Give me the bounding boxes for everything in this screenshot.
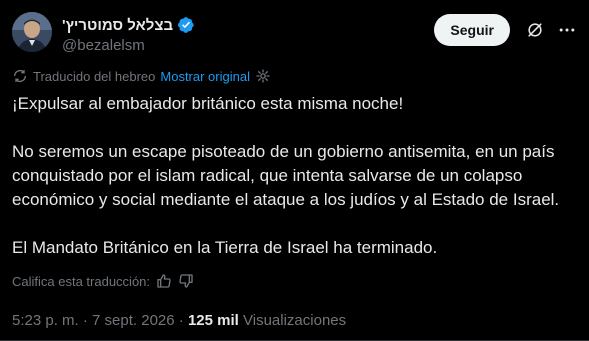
avatar[interactable] <box>12 12 52 52</box>
thumbs-down-icon[interactable] <box>178 273 194 289</box>
rate-translation: Califica esta traducción: <box>12 273 194 289</box>
views-count: 125 mil <box>187 312 239 329</box>
author-display-name[interactable]: בצלאל סמוטריץ' <box>62 17 173 34</box>
gear-icon[interactable] <box>255 68 271 84</box>
translation-bar: Traducido del hebreo Mostrar original <box>12 68 271 84</box>
translate-icon <box>14 70 26 82</box>
verified-badge-icon <box>178 17 194 33</box>
grok-icon[interactable] <box>525 20 545 40</box>
thumbs-up-icon[interactable] <box>156 273 172 289</box>
post-text: ¡Expulsar al embajador británico esta mi… <box>12 92 577 284</box>
rate-translation-label: Califica esta traducción: <box>12 273 151 289</box>
more-horizontal-icon[interactable] <box>557 20 577 40</box>
translation-note: Traducido del hebreo <box>33 68 156 84</box>
meta-separator: · <box>178 312 184 329</box>
meta-separator: · <box>82 312 88 329</box>
post-paragraph: No seremos un escape pisoteado de un gob… <box>12 142 560 209</box>
views-label: Visualizaciones <box>243 312 347 329</box>
follow-button[interactable]: Seguir <box>434 14 510 46</box>
post-paragraph: ¡Expulsar al embajador británico esta mi… <box>12 94 404 113</box>
show-original-link[interactable]: Mostrar original <box>160 69 250 84</box>
post-meta: 5:23 p. m. · 7 sept. 2026 · 125 mil Visu… <box>12 312 346 329</box>
post-date[interactable]: 7 sept. 2026 <box>92 312 175 329</box>
post-time[interactable]: 5:23 p. m. <box>12 312 79 329</box>
author-handle[interactable]: @bezalelsm <box>62 37 145 54</box>
post-header: בצלאל סמוטריץ' @bezalelsm Seguir <box>12 12 577 56</box>
post-paragraph: El Mandato Británico en la Tierra de Isr… <box>12 238 438 257</box>
